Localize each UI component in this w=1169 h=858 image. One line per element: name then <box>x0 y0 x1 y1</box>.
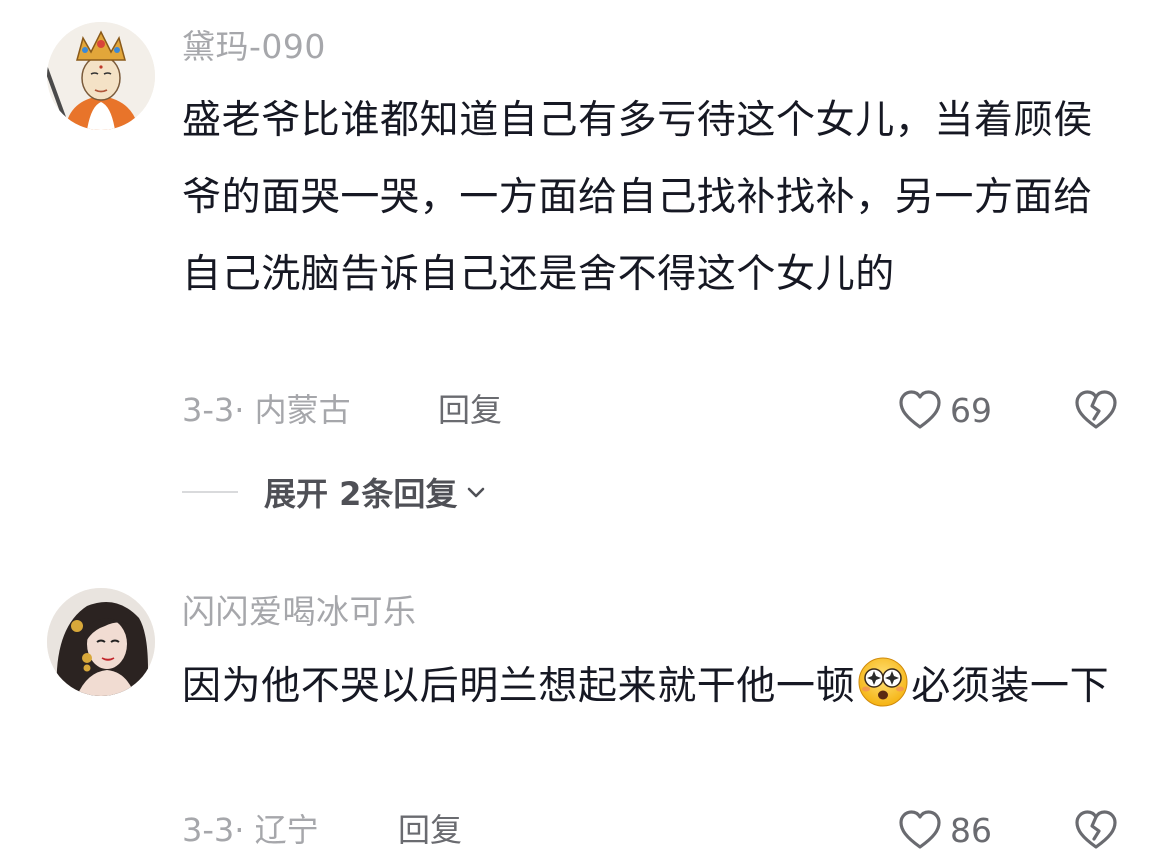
reply-button[interactable]: 回复 <box>398 810 462 850</box>
like-button[interactable]: 86 <box>896 806 992 854</box>
like-count: 86 <box>950 810 992 850</box>
woman-portrait-avatar-icon <box>47 588 155 696</box>
expand-replies-label: 展开 2条回复 <box>264 475 458 513</box>
comment-text: 因为他不哭以后明兰想起来就干他一顿 必须装一下 <box>182 648 1112 725</box>
broken-heart-icon <box>1075 390 1117 429</box>
expand-replies-row: 展开 2条回复 <box>182 470 487 514</box>
avatar[interactable] <box>47 22 155 130</box>
comment-item: 闪闪爱喝冰可乐 因为他不哭以后明兰想起来就干他一顿 必须装一下 3-3· 辽宁 … <box>0 560 1169 855</box>
chevron-down-icon <box>468 487 485 498</box>
comment-meta: 3-3· 辽宁 <box>182 811 319 849</box>
broken-heart-icon <box>1075 810 1117 849</box>
heart-icon <box>899 390 941 429</box>
comment-text-part: 因为他不哭以后明兰想起来就干他一顿 <box>182 664 856 709</box>
starry-eyed-emoji-icon <box>858 657 908 707</box>
bodhisattva-avatar-icon <box>47 22 155 130</box>
username[interactable]: 黛玛-090 <box>182 27 326 67</box>
username[interactable]: 闪闪爱喝冰可乐 <box>182 592 417 632</box>
like-button[interactable]: 69 <box>896 386 992 434</box>
comment-meta: 3-3· 内蒙古 <box>182 391 351 429</box>
dislike-button[interactable] <box>1072 806 1120 854</box>
comment-text-part: 必须装一下 <box>911 664 1110 709</box>
comment-text: 盛老爷比谁都知道自己有多亏待这个女儿，当着顾侯爷的面哭一哭，一方面给自己找补找补… <box>182 98 1093 297</box>
heart-icon <box>899 810 941 849</box>
divider <box>182 491 238 493</box>
reply-button[interactable]: 回复 <box>438 390 502 430</box>
dislike-button[interactable] <box>1072 386 1120 434</box>
like-count: 69 <box>950 390 992 430</box>
comment-item: 黛玛-090 盛老爷比谁都知道自己有多亏待这个女儿，当着顾侯爷的面哭一哭，一方面… <box>0 0 1169 540</box>
expand-replies-button[interactable]: 展开 2条回复 <box>264 469 487 515</box>
avatar[interactable] <box>47 588 155 696</box>
